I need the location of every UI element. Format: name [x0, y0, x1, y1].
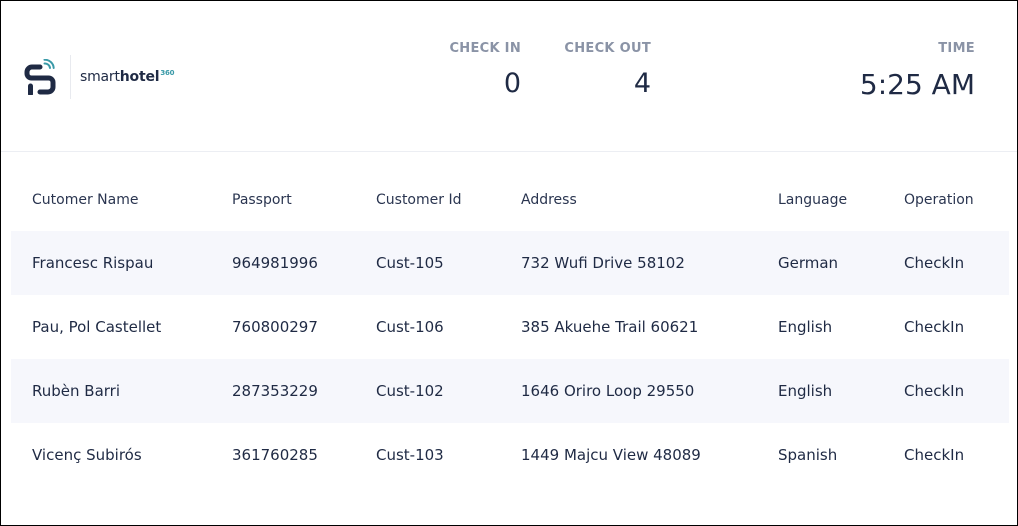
- cell-passport: 287353229: [232, 382, 318, 400]
- app-window: smarthotel360 CHECK IN 0 CHECK OUT 4 TIM…: [0, 0, 1018, 526]
- table-row[interactable]: Rubèn Barri 287353229 Cust-102 1646 Orir…: [11, 359, 1009, 423]
- column-header-operation: Operation: [904, 192, 974, 208]
- checkout-label: CHECK OUT: [564, 41, 651, 56]
- cell-address: 1646 Oriro Loop 29550: [521, 382, 695, 400]
- time-stat: TIME 5:25 AM: [860, 41, 975, 101]
- time-label: TIME: [938, 41, 975, 56]
- table-row[interactable]: Pau, Pol Castellet 760800297 Cust-106 38…: [11, 295, 1009, 359]
- cell-customer-name: Rubèn Barri: [32, 382, 121, 400]
- checkin-label: CHECK IN: [449, 41, 521, 56]
- brand-logo[interactable]: smarthotel360: [24, 55, 175, 99]
- column-header-customer-id: Customer Id: [376, 192, 462, 208]
- checkin-stat: CHECK IN 0: [449, 41, 521, 99]
- cell-language: Spanish: [778, 446, 838, 464]
- cell-language: German: [778, 254, 839, 272]
- table-row[interactable]: Francesc Rispau 964981996 Cust-105 732 W…: [11, 231, 1009, 295]
- brand-name-bold: hotel: [119, 69, 160, 85]
- brand-name: smarthotel360: [80, 69, 175, 85]
- cell-customer-name: Vicenç Subirós: [32, 446, 142, 464]
- smarthotel-logo-icon: [24, 59, 56, 95]
- column-header-passport: Passport: [232, 192, 292, 208]
- brand-name-light: smart: [80, 69, 120, 85]
- cell-language: English: [778, 318, 833, 336]
- column-header-customer-name: Cutomer Name: [32, 192, 139, 208]
- checkin-action[interactable]: CheckIn: [904, 359, 964, 423]
- checkout-stat: CHECK OUT 4: [564, 41, 651, 99]
- cell-customer-id: Cust-105: [376, 254, 444, 272]
- column-header-language: Language: [778, 192, 848, 208]
- customers-table: Cutomer Name Passport Customer Id Addres…: [11, 167, 1009, 487]
- cell-customer-name: Pau, Pol Castellet: [32, 318, 162, 336]
- column-header-address: Address: [521, 192, 577, 208]
- cell-passport: 964981996: [232, 254, 318, 272]
- table-row[interactable]: Vicenç Subirós 361760285 Cust-103 1449 M…: [11, 423, 1009, 487]
- cell-customer-name: Francesc Rispau: [32, 254, 154, 272]
- cell-passport: 760800297: [232, 318, 318, 336]
- brand-superscript: 360: [160, 69, 175, 78]
- cell-address: 385 Akuehe Trail 60621: [521, 318, 699, 336]
- cell-customer-id: Cust-106: [376, 318, 444, 336]
- checkin-action[interactable]: CheckIn: [904, 423, 964, 487]
- cell-address: 1449 Majcu View 48089: [521, 446, 701, 464]
- cell-passport: 361760285: [232, 446, 318, 464]
- cell-address: 732 Wufi Drive 58102: [521, 254, 685, 272]
- time-value: 5:25 AM: [859, 68, 975, 101]
- checkin-action[interactable]: CheckIn: [904, 295, 964, 359]
- cell-customer-id: Cust-103: [376, 446, 444, 464]
- table-header-row: Cutomer Name Passport Customer Id Addres…: [11, 167, 1009, 231]
- checkout-count: 4: [633, 68, 651, 99]
- header-bar: smarthotel360 CHECK IN 0 CHECK OUT 4 TIM…: [1, 1, 1017, 152]
- checkin-count: 0: [503, 68, 521, 99]
- checkin-action[interactable]: CheckIn: [904, 231, 964, 295]
- logo-divider: [70, 55, 71, 99]
- cell-customer-id: Cust-102: [376, 382, 444, 400]
- cell-language: English: [778, 382, 833, 400]
